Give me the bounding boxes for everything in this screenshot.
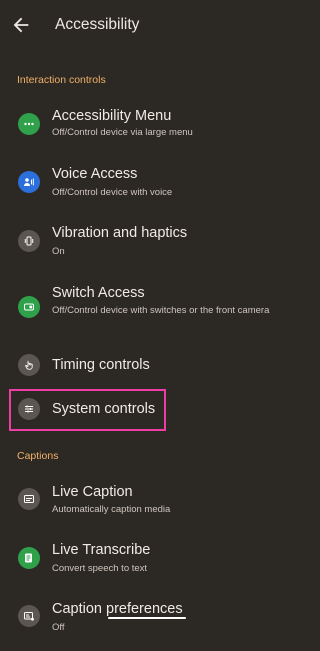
vibration-icon — [18, 230, 40, 252]
top-app-bar: Accessibility — [0, 0, 296, 52]
page-title: Accessibility — [55, 16, 140, 33]
accessibility-menu-summary: Off/Control device via large menu — [52, 127, 193, 138]
live-caption-summary: Automatically caption media — [52, 504, 171, 515]
section-captions: Captions — [17, 450, 59, 462]
accessibility-menu-label: Accessibility Menu — [52, 108, 172, 124]
arrow-left-icon — [13, 17, 29, 33]
live-caption-item[interactable]: Live Caption Automatically caption media — [0, 483, 296, 533]
transcribe-icon — [18, 547, 40, 569]
switch-access-icon — [18, 296, 40, 318]
voice-access-icon — [18, 171, 40, 193]
menu-dots-icon — [18, 113, 40, 135]
vibration-haptics-item[interactable]: Vibration and haptics On — [0, 225, 296, 275]
voice-access-summary: Off/Control device with voice — [52, 187, 173, 198]
voice-access-label: Voice Access — [52, 166, 138, 182]
back-button[interactable] — [10, 14, 32, 36]
section-interaction-controls: Interaction controls — [17, 74, 106, 86]
scroll-handle — [108, 617, 186, 619]
switch-access-item[interactable]: Switch Access Off/Control device with sw… — [0, 284, 296, 334]
vibration-haptics-summary: On — [52, 246, 65, 257]
switch-access-label: Switch Access — [52, 285, 145, 301]
switch-access-summary: Off/Control device with switches or the … — [52, 305, 270, 316]
voice-access-item[interactable]: Voice Access Off/Control device with voi… — [0, 166, 296, 216]
live-transcribe-item[interactable]: Live Transcribe Convert speech to text — [0, 542, 296, 592]
timing-controls-label: Timing controls — [52, 357, 150, 373]
caption-settings-icon — [18, 605, 40, 627]
caption-preferences-item[interactable]: Caption preferences Off — [0, 601, 296, 651]
live-transcribe-label: Live Transcribe — [52, 542, 151, 558]
caption-preferences-label: Caption preferences — [52, 601, 183, 617]
live-transcribe-summary: Convert speech to text — [52, 563, 148, 574]
highlight-box — [9, 389, 166, 431]
caption-icon — [18, 488, 40, 510]
vibration-haptics-label: Vibration and haptics — [52, 225, 188, 241]
touch-hand-icon — [18, 354, 40, 376]
live-caption-label: Live Caption — [52, 484, 133, 500]
accessibility-menu-item[interactable]: Accessibility Menu Off/Control device vi… — [0, 106, 296, 156]
